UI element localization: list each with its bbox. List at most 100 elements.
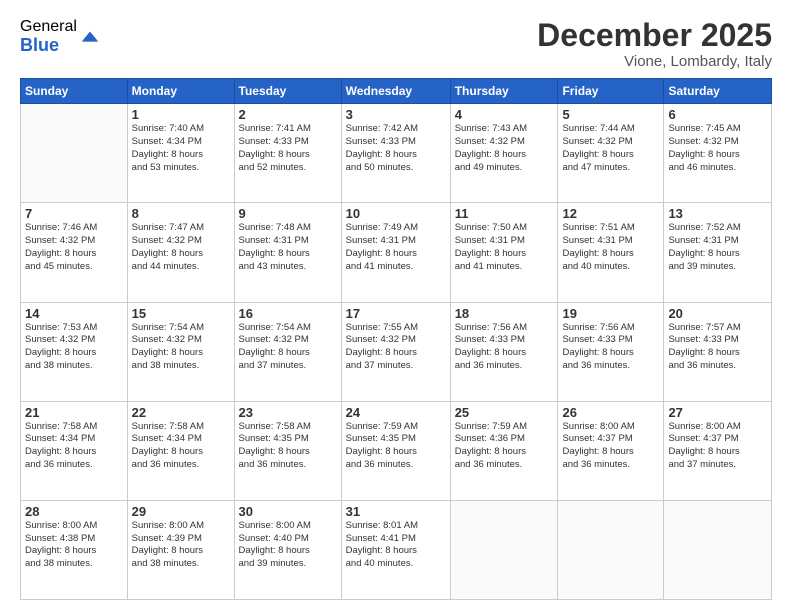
table-cell: 1Sunrise: 7:40 AM Sunset: 4:34 PM Daylig… [127, 104, 234, 203]
day-number: 18 [455, 306, 554, 321]
day-info: Sunrise: 7:52 AM Sunset: 4:31 PM Dayligh… [668, 222, 767, 273]
table-cell: 13Sunrise: 7:52 AM Sunset: 4:31 PM Dayli… [664, 203, 772, 302]
header-tuesday: Tuesday [234, 79, 341, 104]
day-number: 6 [668, 107, 767, 122]
day-number: 16 [239, 306, 337, 321]
day-info: Sunrise: 8:00 AM Sunset: 4:37 PM Dayligh… [562, 421, 659, 472]
table-cell: 27Sunrise: 8:00 AM Sunset: 4:37 PM Dayli… [664, 401, 772, 500]
day-info: Sunrise: 7:58 AM Sunset: 4:34 PM Dayligh… [25, 421, 123, 472]
day-info: Sunrise: 7:49 AM Sunset: 4:31 PM Dayligh… [346, 222, 446, 273]
day-number: 8 [132, 206, 230, 221]
day-number: 20 [668, 306, 767, 321]
table-cell: 16Sunrise: 7:54 AM Sunset: 4:32 PM Dayli… [234, 302, 341, 401]
weekday-header-row: Sunday Monday Tuesday Wednesday Thursday… [21, 79, 772, 104]
day-number: 13 [668, 206, 767, 221]
day-number: 29 [132, 504, 230, 519]
day-number: 30 [239, 504, 337, 519]
logo-icon [79, 26, 101, 48]
page: General Blue December 2025 Vione, Lombar… [0, 0, 792, 612]
table-cell: 5Sunrise: 7:44 AM Sunset: 4:32 PM Daylig… [558, 104, 664, 203]
day-number: 7 [25, 206, 123, 221]
table-cell: 30Sunrise: 8:00 AM Sunset: 4:40 PM Dayli… [234, 500, 341, 599]
calendar-row-1: 1Sunrise: 7:40 AM Sunset: 4:34 PM Daylig… [21, 104, 772, 203]
table-cell: 31Sunrise: 8:01 AM Sunset: 4:41 PM Dayli… [341, 500, 450, 599]
day-number: 12 [562, 206, 659, 221]
logo-area: General Blue [20, 18, 101, 55]
day-info: Sunrise: 8:00 AM Sunset: 4:40 PM Dayligh… [239, 520, 337, 571]
day-info: Sunrise: 7:40 AM Sunset: 4:34 PM Dayligh… [132, 123, 230, 174]
table-cell [664, 500, 772, 599]
logo-blue: Blue [20, 36, 77, 56]
table-cell: 4Sunrise: 7:43 AM Sunset: 4:32 PM Daylig… [450, 104, 558, 203]
table-cell: 24Sunrise: 7:59 AM Sunset: 4:35 PM Dayli… [341, 401, 450, 500]
header-saturday: Saturday [664, 79, 772, 104]
day-number: 21 [25, 405, 123, 420]
day-info: Sunrise: 7:58 AM Sunset: 4:35 PM Dayligh… [239, 421, 337, 472]
header-wednesday: Wednesday [341, 79, 450, 104]
logo-text: General Blue [20, 18, 77, 55]
day-number: 17 [346, 306, 446, 321]
title-area: December 2025 Vione, Lombardy, Italy [537, 18, 772, 70]
day-info: Sunrise: 7:51 AM Sunset: 4:31 PM Dayligh… [562, 222, 659, 273]
header: General Blue December 2025 Vione, Lombar… [20, 18, 772, 70]
table-cell: 14Sunrise: 7:53 AM Sunset: 4:32 PM Dayli… [21, 302, 128, 401]
day-number: 5 [562, 107, 659, 122]
day-number: 19 [562, 306, 659, 321]
table-cell: 12Sunrise: 7:51 AM Sunset: 4:31 PM Dayli… [558, 203, 664, 302]
table-cell: 9Sunrise: 7:48 AM Sunset: 4:31 PM Daylig… [234, 203, 341, 302]
table-cell: 7Sunrise: 7:46 AM Sunset: 4:32 PM Daylig… [21, 203, 128, 302]
day-number: 11 [455, 206, 554, 221]
table-cell: 11Sunrise: 7:50 AM Sunset: 4:31 PM Dayli… [450, 203, 558, 302]
day-number: 25 [455, 405, 554, 420]
day-info: Sunrise: 7:46 AM Sunset: 4:32 PM Dayligh… [25, 222, 123, 273]
header-thursday: Thursday [450, 79, 558, 104]
calendar-row-2: 7Sunrise: 7:46 AM Sunset: 4:32 PM Daylig… [21, 203, 772, 302]
calendar-row-5: 28Sunrise: 8:00 AM Sunset: 4:38 PM Dayli… [21, 500, 772, 599]
day-info: Sunrise: 7:55 AM Sunset: 4:32 PM Dayligh… [346, 322, 446, 373]
day-number: 10 [346, 206, 446, 221]
day-info: Sunrise: 7:59 AM Sunset: 4:35 PM Dayligh… [346, 421, 446, 472]
day-info: Sunrise: 7:56 AM Sunset: 4:33 PM Dayligh… [562, 322, 659, 373]
day-info: Sunrise: 7:59 AM Sunset: 4:36 PM Dayligh… [455, 421, 554, 472]
location: Vione, Lombardy, Italy [537, 53, 772, 70]
table-cell: 23Sunrise: 7:58 AM Sunset: 4:35 PM Dayli… [234, 401, 341, 500]
table-cell: 20Sunrise: 7:57 AM Sunset: 4:33 PM Dayli… [664, 302, 772, 401]
day-number: 23 [239, 405, 337, 420]
header-sunday: Sunday [21, 79, 128, 104]
table-cell: 29Sunrise: 8:00 AM Sunset: 4:39 PM Dayli… [127, 500, 234, 599]
table-cell: 3Sunrise: 7:42 AM Sunset: 4:33 PM Daylig… [341, 104, 450, 203]
day-number: 14 [25, 306, 123, 321]
table-cell [450, 500, 558, 599]
day-number: 28 [25, 504, 123, 519]
table-cell: 18Sunrise: 7:56 AM Sunset: 4:33 PM Dayli… [450, 302, 558, 401]
day-number: 1 [132, 107, 230, 122]
day-info: Sunrise: 7:48 AM Sunset: 4:31 PM Dayligh… [239, 222, 337, 273]
day-number: 9 [239, 206, 337, 221]
table-cell: 26Sunrise: 8:00 AM Sunset: 4:37 PM Dayli… [558, 401, 664, 500]
day-info: Sunrise: 7:58 AM Sunset: 4:34 PM Dayligh… [132, 421, 230, 472]
table-cell: 6Sunrise: 7:45 AM Sunset: 4:32 PM Daylig… [664, 104, 772, 203]
day-info: Sunrise: 7:43 AM Sunset: 4:32 PM Dayligh… [455, 123, 554, 174]
header-friday: Friday [558, 79, 664, 104]
day-info: Sunrise: 8:01 AM Sunset: 4:41 PM Dayligh… [346, 520, 446, 571]
day-info: Sunrise: 7:54 AM Sunset: 4:32 PM Dayligh… [239, 322, 337, 373]
day-number: 22 [132, 405, 230, 420]
table-cell: 10Sunrise: 7:49 AM Sunset: 4:31 PM Dayli… [341, 203, 450, 302]
day-info: Sunrise: 7:42 AM Sunset: 4:33 PM Dayligh… [346, 123, 446, 174]
day-info: Sunrise: 7:50 AM Sunset: 4:31 PM Dayligh… [455, 222, 554, 273]
table-cell: 8Sunrise: 7:47 AM Sunset: 4:32 PM Daylig… [127, 203, 234, 302]
day-info: Sunrise: 8:00 AM Sunset: 4:39 PM Dayligh… [132, 520, 230, 571]
table-cell: 28Sunrise: 8:00 AM Sunset: 4:38 PM Dayli… [21, 500, 128, 599]
day-info: Sunrise: 7:44 AM Sunset: 4:32 PM Dayligh… [562, 123, 659, 174]
table-cell [21, 104, 128, 203]
day-info: Sunrise: 7:53 AM Sunset: 4:32 PM Dayligh… [25, 322, 123, 373]
day-info: Sunrise: 7:54 AM Sunset: 4:32 PM Dayligh… [132, 322, 230, 373]
table-cell: 19Sunrise: 7:56 AM Sunset: 4:33 PM Dayli… [558, 302, 664, 401]
day-number: 3 [346, 107, 446, 122]
day-info: Sunrise: 7:45 AM Sunset: 4:32 PM Dayligh… [668, 123, 767, 174]
logo-general: General [20, 18, 77, 36]
table-cell: 21Sunrise: 7:58 AM Sunset: 4:34 PM Dayli… [21, 401, 128, 500]
day-info: Sunrise: 7:56 AM Sunset: 4:33 PM Dayligh… [455, 322, 554, 373]
table-cell: 15Sunrise: 7:54 AM Sunset: 4:32 PM Dayli… [127, 302, 234, 401]
day-number: 4 [455, 107, 554, 122]
